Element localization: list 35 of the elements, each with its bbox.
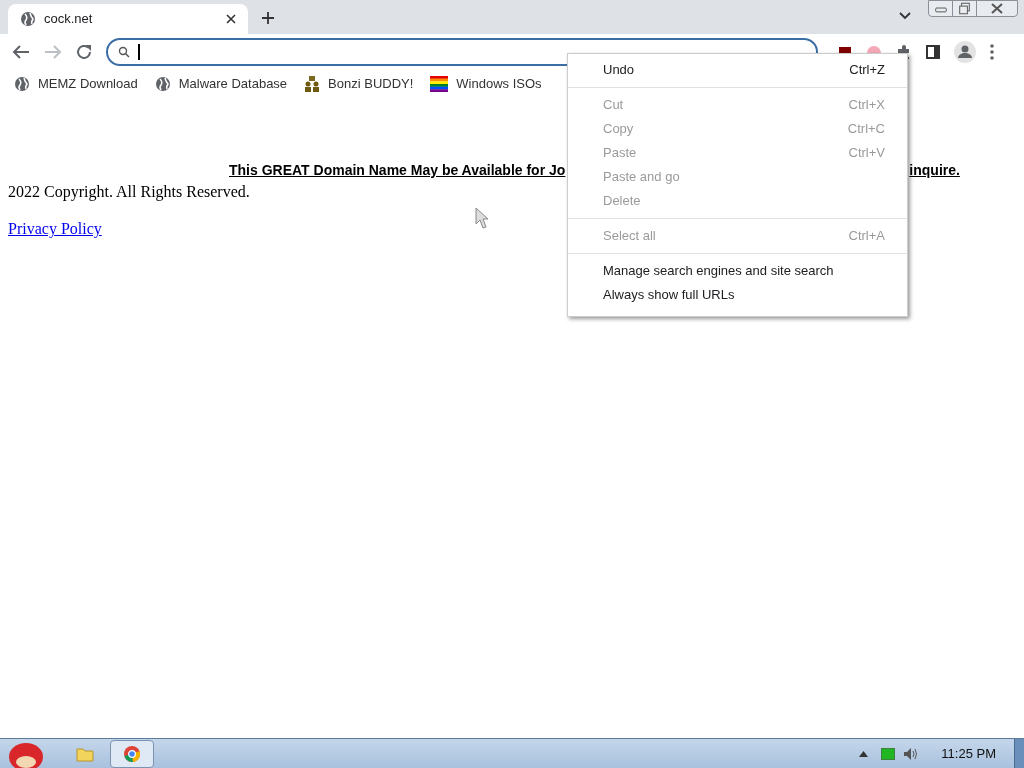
volume-icon[interactable] — [903, 746, 920, 761]
menu-item[interactable]: Manage search engines and site search — [568, 259, 907, 283]
globe-icon — [20, 11, 36, 27]
tray-arrow-icon[interactable] — [859, 750, 869, 757]
search-icon — [118, 46, 130, 58]
copyright-text: 2022 Copyright. All Rights Reserved. — [8, 182, 250, 203]
mouse-cursor-icon — [475, 207, 489, 229]
text-cursor — [138, 44, 140, 60]
domain-heading: inquire. — [909, 161, 960, 180]
menu-item[interactable]: Undo Ctrl+Z — [568, 58, 907, 82]
domain-heading: This GREAT Domain Name May be Available for Jo — [229, 161, 566, 180]
globe-icon — [14, 76, 30, 92]
menu-icon[interactable] — [990, 44, 994, 60]
taskbar-button[interactable] — [110, 739, 154, 768]
browser-icon — [124, 745, 140, 762]
bookmark-link[interactable]: Windows ISOs — [456, 74, 542, 94]
back-icon[interactable] — [12, 44, 30, 60]
network-icon[interactable] — [881, 747, 896, 760]
profile-icon[interactable] — [954, 41, 976, 63]
bookmark-link[interactable]: Bonzi BUDDY! — [328, 74, 414, 94]
browser-tab[interactable]: cock.net — [8, 4, 248, 34]
privacy-policy-link[interactable]: Privacy Policy — [8, 217, 102, 241]
new-tab-icon[interactable] — [262, 12, 274, 24]
globe-icon — [154, 76, 171, 92]
side-panel-icon[interactable] — [926, 45, 940, 59]
tab-title: cock.net — [44, 10, 94, 29]
reload-icon[interactable] — [76, 44, 92, 60]
rainbow-flag-icon — [430, 76, 449, 92]
menu-item[interactable]: Always show full URLs — [568, 283, 907, 307]
chevron-down-icon[interactable] — [899, 12, 911, 20]
close-icon[interactable] — [226, 14, 236, 24]
bookmark-link[interactable]: Malware Database — [178, 74, 288, 94]
people-icon — [304, 76, 321, 92]
bookmark-link[interactable]: MEMZ Download — [38, 74, 138, 94]
clock[interactable]: 11:25 PM — [941, 743, 996, 764]
